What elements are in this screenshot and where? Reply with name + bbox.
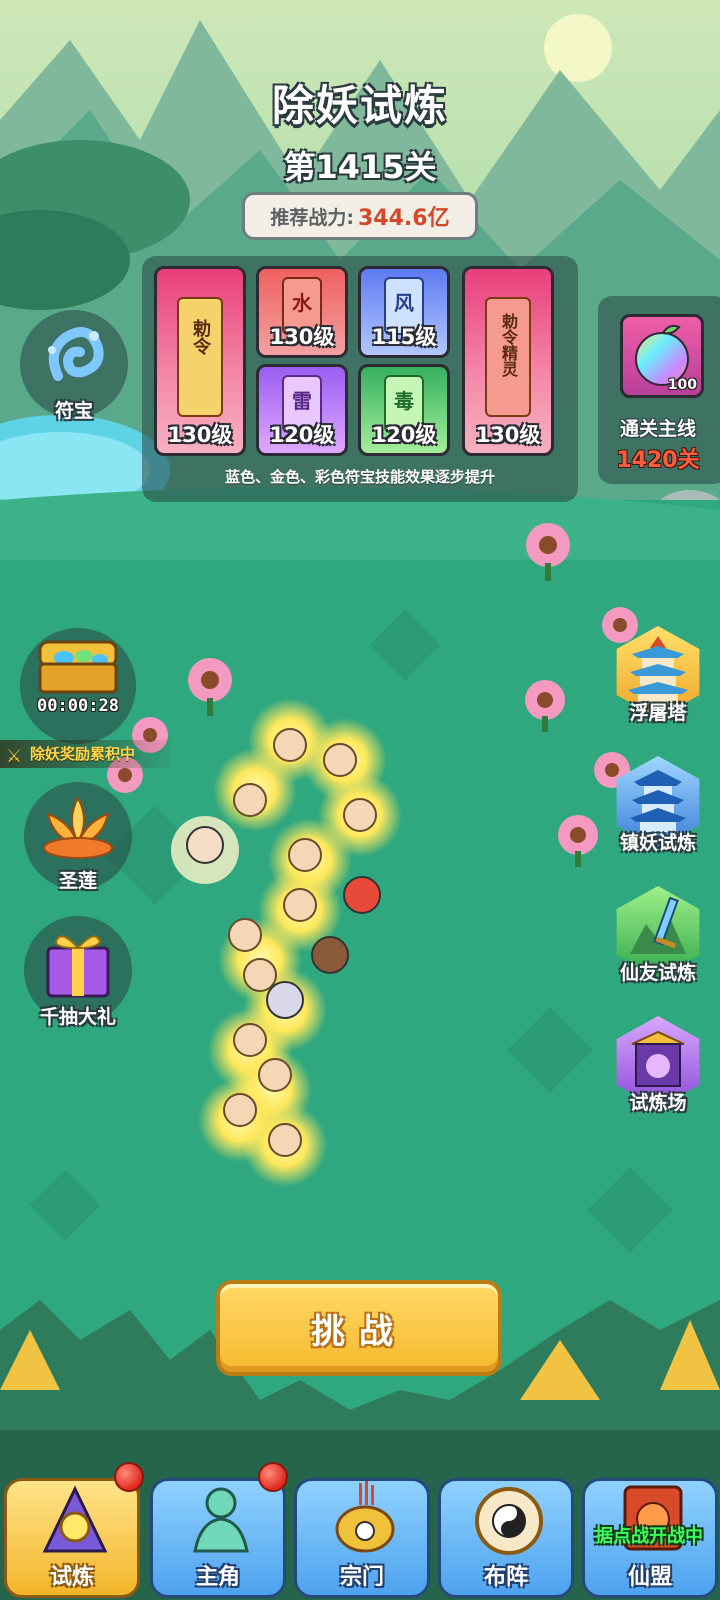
nav-label: 试炼 [49, 1565, 94, 1590]
recommended-power-pill: 推荐战力: 344.6亿 [242, 192, 478, 240]
arena-gate-icon [631, 1030, 685, 1087]
trial-arena-button[interactable]: 试炼场 [612, 1016, 704, 1126]
blue-pagoda-icon [630, 770, 686, 832]
pagoda-tower-button[interactable]: 浮屠塔 [612, 626, 704, 736]
nav-label: 主角 [195, 1565, 240, 1590]
yin-yang-mirror-icon [475, 1487, 543, 1555]
nav-label: 宗门 [339, 1565, 384, 1590]
talisman-glyph: 勅令 [190, 319, 211, 355]
scroll-icon [177, 297, 223, 417]
nav-tab-formation[interactable]: 布阵 [438, 1478, 574, 1598]
talisman-label: 符宝 [54, 400, 93, 422]
talisman-card[interactable]: 毒 120级 [358, 364, 450, 456]
power-label: 推荐战力: [270, 206, 354, 229]
notification-dot [258, 1462, 288, 1492]
nav-tab-trial[interactable]: 试炼 [4, 1478, 140, 1598]
talisman-card[interactable]: 勅令 130级 [154, 266, 246, 456]
lotus-icon [43, 795, 113, 859]
gift-label: 千抽大礼 [39, 1006, 116, 1028]
talisman-button[interactable]: 符宝 [20, 310, 128, 430]
tower-label: 浮屠塔 [629, 702, 687, 724]
nav-tab-hero[interactable]: 主角 [150, 1478, 286, 1598]
nav-label: 布阵 [483, 1565, 528, 1590]
trial-shrine-icon [42, 1485, 108, 1553]
mainline-stage: 1420关 [616, 448, 700, 473]
talisman-card[interactable]: 风 115级 [358, 266, 450, 358]
crossed-swords-icon: ⚔ [6, 746, 23, 767]
reward-timer: 00:00:28 [37, 696, 119, 716]
power-value: 344.6亿 [358, 206, 450, 231]
pagoda-icon [628, 636, 688, 702]
talisman-glyph: 勅令精灵 [499, 313, 518, 377]
meditating-hero-icon [193, 1487, 249, 1553]
talisman-level: 120级 [269, 423, 335, 447]
talisman-level: 120级 [371, 423, 437, 447]
nav-label: 仙盟 [627, 1565, 672, 1590]
talisman-glyph: 雷 [292, 389, 312, 413]
nav-tab-sect[interactable]: 宗门 [294, 1478, 430, 1598]
gift-box-icon [46, 935, 110, 998]
talisman-level: 115级 [371, 325, 437, 349]
page-title: 除妖试炼 [271, 81, 448, 130]
notification-dot [114, 1462, 144, 1492]
friend-trial-label: 仙友试炼 [619, 962, 696, 984]
accumulating-text: 除妖奖励累积中 [30, 745, 136, 763]
arena-label: 试炼场 [629, 1092, 687, 1114]
alliance-banner-icon [623, 1485, 683, 1551]
talisman-glyph: 风 [394, 291, 414, 315]
holy-lotus-button[interactable]: 圣莲 [24, 782, 132, 902]
item-count: 100 [667, 377, 697, 393]
talisman-card[interactable]: 勅令精灵 130级 [462, 266, 554, 456]
talisman-glyph: 毒 [394, 389, 414, 413]
talisman-level: 130级 [167, 423, 233, 447]
demon-trial-label: 镇妖试炼 [619, 832, 696, 854]
talisman-swirl-icon [48, 327, 104, 381]
reward-accumulating-banner: ⚔ 除妖奖励累积中 [0, 740, 170, 768]
mainline-progress-card[interactable]: 100 通关主线 1420关 [598, 296, 720, 484]
talisman-level: 130级 [475, 423, 541, 447]
talisman-glyph: 水 [292, 291, 312, 315]
stronghold-battle-banner: 据点战开战中 [595, 1526, 703, 1547]
talisman-upgrade-note: 蓝色、金色、彩色符宝技能效果逐步提升 [224, 468, 495, 486]
treasure-chest-icon [38, 640, 118, 694]
friend-trial-button[interactable]: 仙友试炼 [612, 886, 704, 996]
reward-chest-button[interactable] [20, 628, 136, 748]
talisman-card[interactable]: 水 130级 [256, 266, 348, 358]
demon-trial-button[interactable]: 镇妖试炼 [612, 756, 704, 866]
talisman-level: 130级 [269, 325, 335, 349]
incense-burner-icon [335, 1481, 395, 1553]
challenge-button[interactable]: 挑战 [216, 1280, 502, 1376]
stage-number: 第1415关 [283, 148, 437, 186]
reward-item: 100 [620, 314, 704, 398]
sword-mountain-icon [630, 896, 686, 954]
thousand-draw-gift-button[interactable]: 千抽大礼 [24, 916, 132, 1036]
mainline-label: 通关主线 [619, 418, 696, 440]
talisman-card[interactable]: 雷 120级 [256, 364, 348, 456]
lotus-label: 圣莲 [58, 870, 97, 892]
